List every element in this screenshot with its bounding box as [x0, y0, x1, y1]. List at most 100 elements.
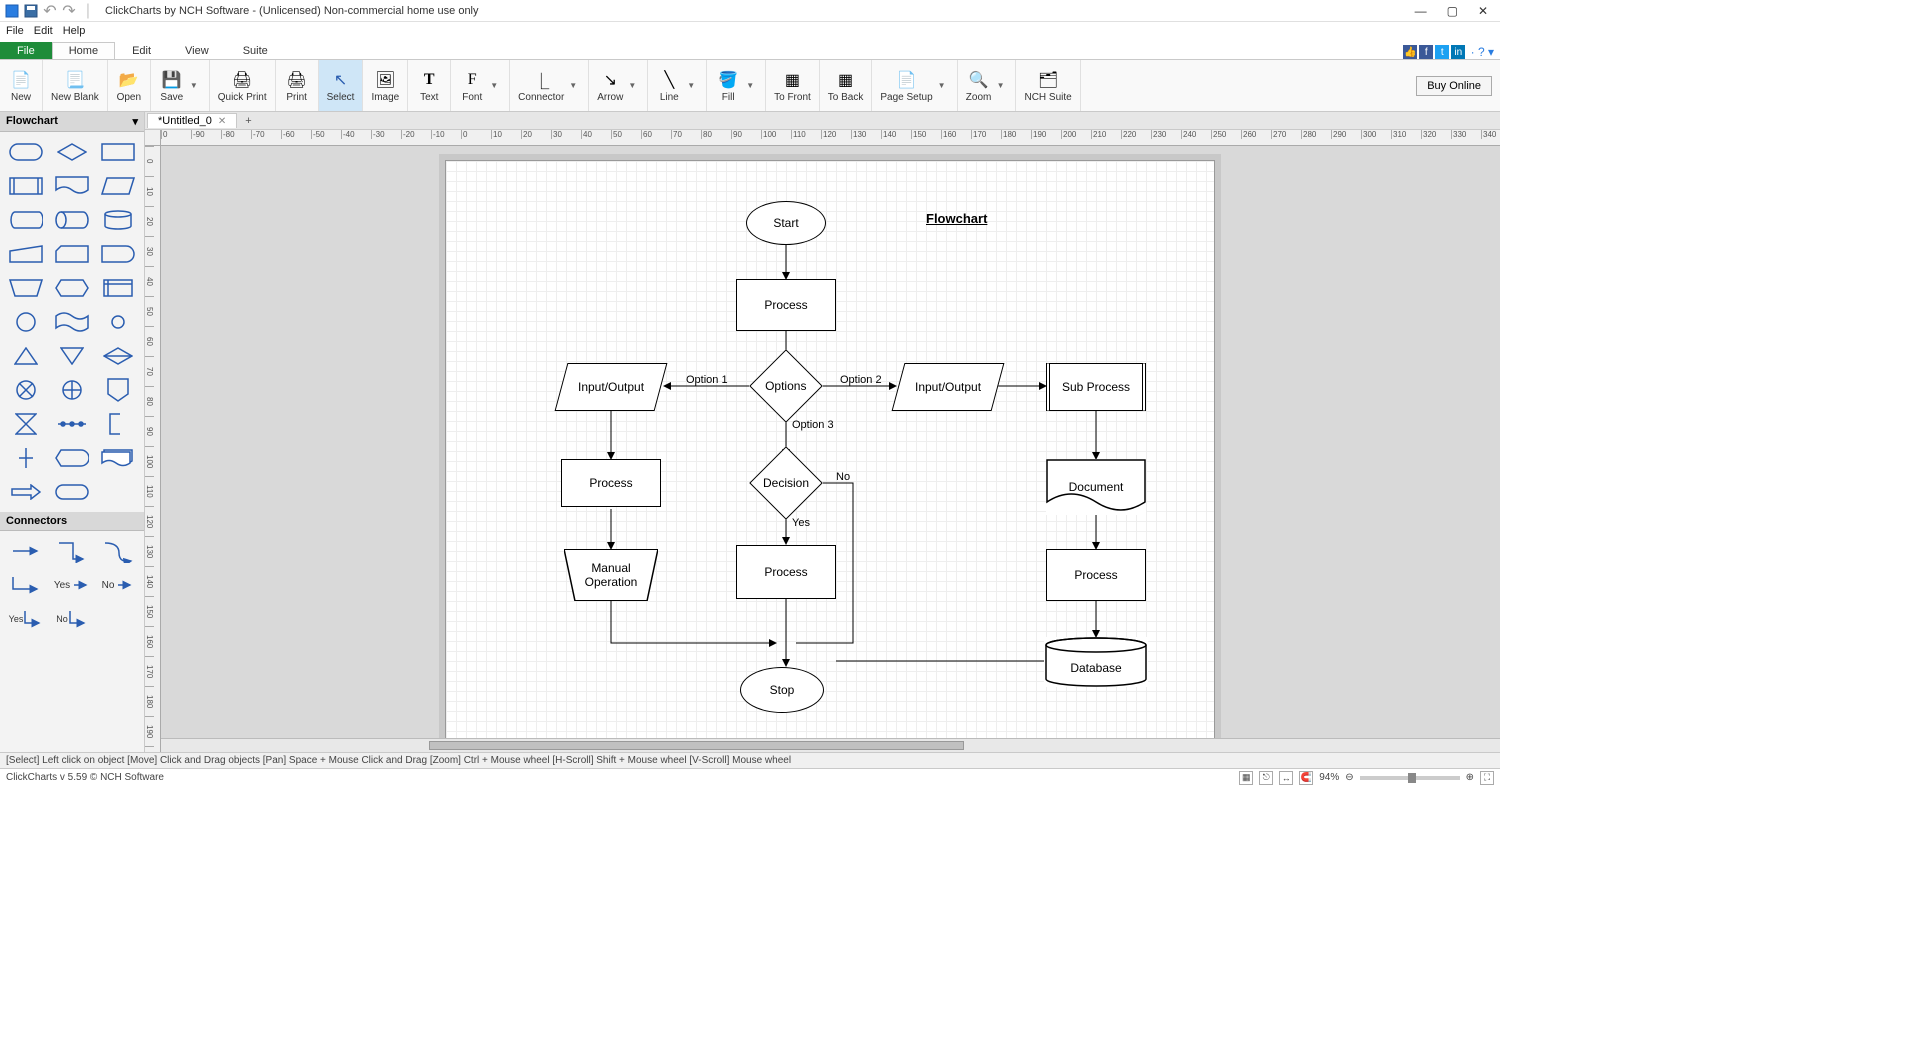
shape-merge[interactable] — [52, 342, 92, 370]
maximize-button[interactable]: ▢ — [1447, 4, 1458, 18]
ribbon-connector[interactable]: ⎿Connector▼ — [510, 60, 589, 111]
ribbon-select[interactable]: ↖Select — [319, 60, 364, 111]
conn-no-elbow[interactable]: No — [52, 605, 92, 633]
ribbon-line[interactable]: ╲Line▼ — [648, 60, 707, 111]
node-process-right[interactable]: Process — [1046, 549, 1146, 601]
ribbon-font[interactable]: FFont▼ — [451, 60, 510, 111]
shape-collate[interactable] — [6, 410, 46, 438]
shape-annotation[interactable] — [98, 410, 138, 438]
snap-icon[interactable]: 🧲 — [1299, 771, 1313, 785]
shape-delay[interactable] — [98, 240, 138, 268]
add-tab-button[interactable]: + — [237, 115, 259, 127]
twitter-icon[interactable]: t — [1435, 45, 1449, 59]
shape-terminator2[interactable] — [52, 478, 92, 506]
shape-database[interactable] — [98, 206, 138, 234]
node-process-left[interactable]: Process — [561, 459, 661, 507]
ribbon-new[interactable]: 📄New — [0, 60, 43, 111]
ribbon-open[interactable]: 📂Open — [108, 60, 151, 111]
shape-loop-limit[interactable] — [6, 444, 46, 472]
horizontal-scrollbar[interactable] — [161, 738, 1500, 752]
shape-small-circle[interactable] — [98, 308, 138, 336]
node-database[interactable]: Database — [1044, 637, 1148, 687]
ribbon-to-back[interactable]: ▦To Back — [820, 60, 873, 111]
fit-page-button[interactable]: ⛶ — [1480, 771, 1494, 785]
node-io-left[interactable]: Input/Output — [555, 363, 668, 411]
like-icon[interactable]: 👍 — [1403, 45, 1417, 59]
shape-tape[interactable] — [52, 308, 92, 336]
shape-extract[interactable] — [6, 342, 46, 370]
ribbon-save[interactable]: 💾Save▼ — [151, 60, 210, 111]
menu-help[interactable]: Help — [63, 25, 86, 37]
node-start[interactable]: Start — [746, 201, 826, 245]
ribbon-new-blank[interactable]: 📃New Blank — [43, 60, 108, 111]
shape-summing[interactable] — [6, 376, 46, 404]
node-io-right[interactable]: Input/Output — [892, 363, 1005, 411]
shape-transfer[interactable] — [52, 410, 92, 438]
conn-yes[interactable]: Yes — [52, 571, 92, 599]
node-document[interactable]: Document — [1046, 459, 1146, 515]
conn-elbow[interactable] — [52, 537, 92, 565]
ribbon-image[interactable]: 🖼Image — [363, 60, 408, 111]
zoom-out-button[interactable]: ⊖ — [1345, 772, 1353, 783]
shape-card[interactable] — [52, 240, 92, 268]
node-process-top[interactable]: Process — [736, 279, 836, 331]
help-icon[interactable]: · ? ▾ — [1467, 45, 1494, 59]
ribbon-quick-print[interactable]: 🖨Quick Print — [210, 60, 276, 111]
canvas[interactable]: 0-90-80-70-60-50-40-30-20-10010203040506… — [145, 130, 1500, 752]
shape-connector[interactable] — [6, 308, 46, 336]
node-manual-op[interactable]: Manual Operation — [564, 549, 658, 601]
font-dropdown[interactable]: ▼ — [487, 81, 501, 90]
shape-manual-input[interactable] — [6, 240, 46, 268]
tab-suite[interactable]: Suite — [226, 42, 285, 59]
page-setup-dropdown[interactable]: ▼ — [935, 81, 949, 90]
ribbon-to-front[interactable]: ▦To Front — [766, 60, 820, 111]
shape-process[interactable] — [98, 138, 138, 166]
tab-edit[interactable]: Edit — [115, 42, 168, 59]
save-qat-icon[interactable] — [23, 3, 39, 19]
conn-yes-elbow[interactable]: Yes — [6, 605, 46, 633]
node-decision[interactable]: Decision — [749, 446, 823, 520]
sb-tool-3[interactable]: ↔ — [1279, 771, 1293, 785]
zoom-in-button[interactable]: ⊕ — [1466, 772, 1474, 783]
shape-internal-storage[interactable] — [98, 274, 138, 302]
conn-no[interactable]: No — [98, 571, 138, 599]
close-tab-icon[interactable]: ✕ — [218, 116, 226, 127]
zoom-dropdown[interactable]: ▼ — [994, 81, 1008, 90]
ribbon-page-setup[interactable]: 📄Page Setup▼ — [872, 60, 957, 111]
save-dropdown[interactable]: ▼ — [187, 81, 201, 90]
shape-document[interactable] — [52, 172, 92, 200]
shape-manual-op[interactable] — [6, 274, 46, 302]
doc-tab[interactable]: *Untitled_0✕ — [147, 113, 237, 128]
menu-file[interactable]: File — [6, 25, 24, 37]
sb-tool-1[interactable]: ▦ — [1239, 771, 1253, 785]
ribbon-text[interactable]: TText — [408, 60, 451, 111]
buy-online-button[interactable]: Buy Online — [1416, 76, 1492, 96]
shape-decision[interactable] — [52, 138, 92, 166]
tab-file[interactable]: File — [0, 42, 52, 59]
shape-predefined[interactable] — [6, 172, 46, 200]
menu-edit[interactable]: Edit — [34, 25, 53, 37]
close-button[interactable]: ✕ — [1478, 4, 1488, 18]
redo-icon[interactable]: ↷ — [61, 3, 77, 19]
zoom-slider[interactable] — [1360, 776, 1460, 780]
node-sub-process[interactable]: Sub Process — [1046, 363, 1146, 411]
ribbon-print[interactable]: 🖨Print — [276, 60, 319, 111]
shape-stored-data[interactable] — [6, 206, 46, 234]
connectors-panel-head[interactable]: Connectors — [0, 512, 144, 531]
conn-elbow2[interactable] — [6, 571, 46, 599]
shape-or[interactable] — [52, 376, 92, 404]
shape-arrow-right[interactable] — [6, 478, 46, 506]
ribbon-arrow[interactable]: ↘Arrow▼ — [589, 60, 648, 111]
scrollbar-thumb[interactable] — [429, 741, 965, 750]
arrow-dropdown[interactable]: ▼ — [625, 81, 639, 90]
tab-home[interactable]: Home — [52, 42, 115, 59]
connector-dropdown[interactable]: ▼ — [566, 81, 580, 90]
flowchart-panel-head[interactable]: Flowchart▾ — [0, 112, 144, 132]
line-dropdown[interactable]: ▼ — [684, 81, 698, 90]
node-process-mid[interactable]: Process — [736, 545, 836, 599]
tab-view[interactable]: View — [168, 42, 226, 59]
node-stop[interactable]: Stop — [740, 667, 824, 713]
shape-offpage[interactable] — [98, 376, 138, 404]
chevron-down-icon[interactable]: ▾ — [132, 115, 138, 128]
conn-straight[interactable] — [6, 537, 46, 565]
